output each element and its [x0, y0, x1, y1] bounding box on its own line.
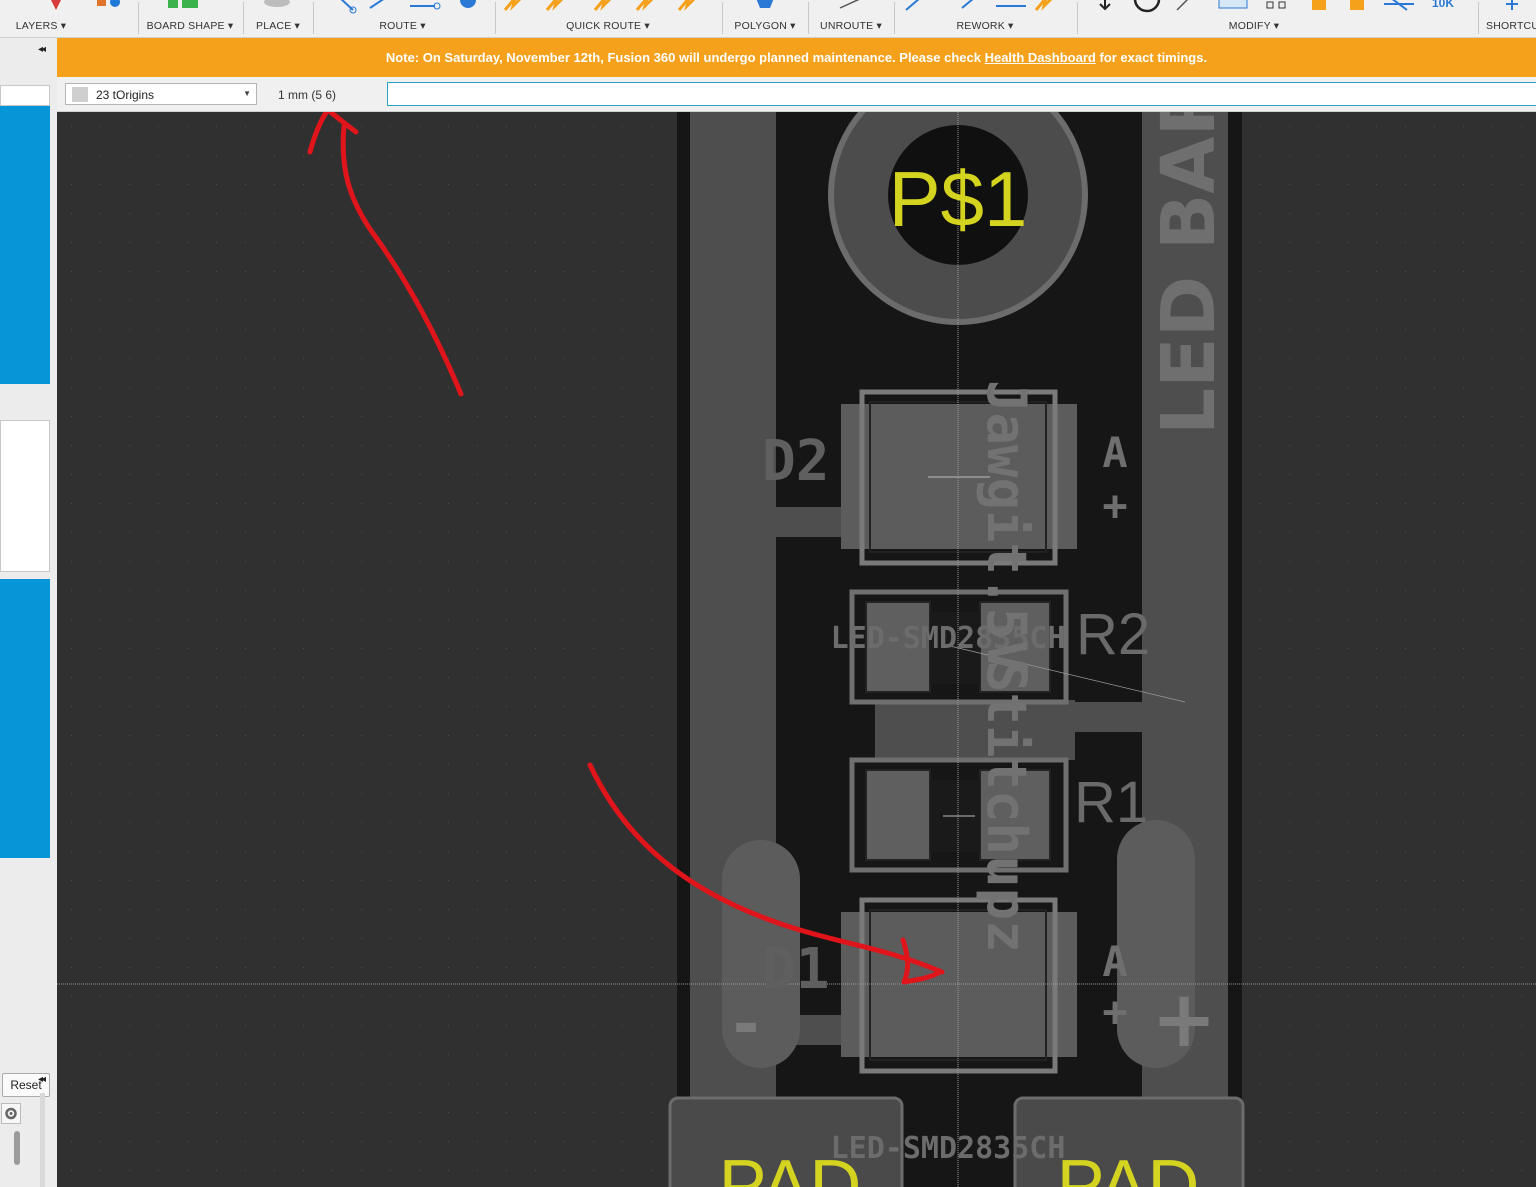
label-led-bar: LED BAR [1146, 112, 1232, 435]
banner-text: Note: On Saturday, November 12th, Fusion… [385, 50, 985, 65]
copper-trace [1075, 702, 1142, 732]
layer-select[interactable]: 23 tOrigins ▼ [65, 83, 257, 105]
place-icon [245, 0, 311, 16]
label-plus-bottom: + [1102, 987, 1127, 1036]
label-plus: + [1151, 975, 1216, 1065]
panel-field[interactable] [0, 85, 50, 106]
modify-icon: 10K [1079, 0, 1459, 16]
label-pad-left: PAD [719, 1146, 862, 1187]
route-icon [315, 0, 490, 16]
quick-route-menu[interactable]: QUICK ROUTE ▾ [497, 0, 719, 37]
toolbar-separator [808, 2, 809, 34]
layer-color-swatch [72, 87, 88, 102]
label-plus-top: + [1102, 481, 1127, 530]
label-minus: - [733, 988, 760, 1062]
place-menu[interactable]: PLACE ▾ [245, 0, 311, 37]
pcb-canvas[interactable]: P$1 LED BAR D2 D1 R2 R1 A + A + - + LED-… [57, 112, 1536, 1187]
collapse-panel-button[interactable]: ◂◂ [38, 44, 46, 55]
ribbon-toolbar: LAYERS ▾ BOARD SHAPE ▾ PLACE ▾ ROUTE ▾ Q… [0, 0, 1536, 38]
board-shape-menu[interactable]: BOARD SHAPE ▾ [140, 0, 240, 37]
modify-menu[interactable]: 10K MODIFY ▾ [1079, 0, 1459, 37]
panel-selected-block[interactable] [0, 106, 50, 384]
toolbar-separator [138, 2, 139, 34]
panel-selected-block[interactable] [0, 579, 50, 858]
unroute-menu[interactable]: UNROUTE ▾ [810, 0, 892, 37]
unroute-icon [810, 0, 892, 16]
polygon-icon [724, 0, 806, 16]
resistor-r1-pad-left [865, 769, 931, 861]
label-d1: D1 [762, 937, 829, 1002]
settings-gear-icon[interactable] [1, 1103, 21, 1124]
banner-text-end: for exact timings. [1095, 50, 1208, 65]
polygon-menu[interactable]: POLYGON ▾ [724, 0, 806, 37]
layer-name: 23 tOrigins [96, 88, 155, 102]
label-led-package: LED-SMD2835CH [831, 1131, 1066, 1166]
label-anode-top: A [1102, 428, 1127, 477]
toolbar-separator [1478, 2, 1479, 34]
label-vertical-a: Jawgit.5V [975, 380, 1038, 673]
command-input[interactable] [387, 82, 1536, 106]
route-menu[interactable]: ROUTE ▾ [315, 0, 490, 37]
toolbar-separator [495, 2, 496, 34]
copper-trace [875, 700, 1075, 760]
left-panel: ◂◂ Reset ◂◂ [0, 38, 58, 1187]
panel-list[interactable] [0, 420, 50, 572]
layers-icon [0, 0, 82, 16]
health-dashboard-link[interactable]: Health Dashboard [985, 50, 1096, 65]
label-d2: D2 [762, 429, 829, 494]
collapse-panel-button[interactable]: ◂◂ [38, 1074, 46, 1085]
chevron-down-icon: ▼ [243, 89, 251, 98]
resistor-value-icon: 10K [1432, 0, 1455, 10]
panel-scroll-track[interactable] [40, 1093, 45, 1187]
label-anode-bottom: A [1102, 937, 1127, 986]
grid-readout: 1 mm (5 6) [278, 88, 337, 102]
shortcuts-menu[interactable]: SHORTCU [1482, 0, 1536, 37]
toolbar-separator [722, 2, 723, 34]
maintenance-banner: Note: On Saturday, November 12th, Fusion… [57, 38, 1536, 77]
rework-menu[interactable]: REWORK ▾ [896, 0, 1074, 37]
toolbar-separator [313, 2, 314, 34]
label-r2: R2 [1076, 602, 1150, 667]
label-r1: R1 [1074, 770, 1148, 835]
toolbar-separator [243, 2, 244, 34]
toolbar-separator [894, 2, 895, 34]
label-vertical-b: Stitchupz [975, 660, 1038, 953]
board-shape-icon [140, 0, 240, 16]
plus-icon [1482, 0, 1536, 16]
label-ps1: P$1 [889, 155, 1028, 243]
label-pad-right: PAD [1057, 1146, 1200, 1187]
quick-route-icon [497, 0, 719, 16]
panel-scrollbar[interactable] [14, 1131, 20, 1165]
rework-icon [896, 0, 1074, 16]
command-bar: 23 tOrigins ▼ 1 mm (5 6) [57, 77, 1536, 112]
layers-menu[interactable]: LAYERS ▾ [0, 0, 82, 37]
